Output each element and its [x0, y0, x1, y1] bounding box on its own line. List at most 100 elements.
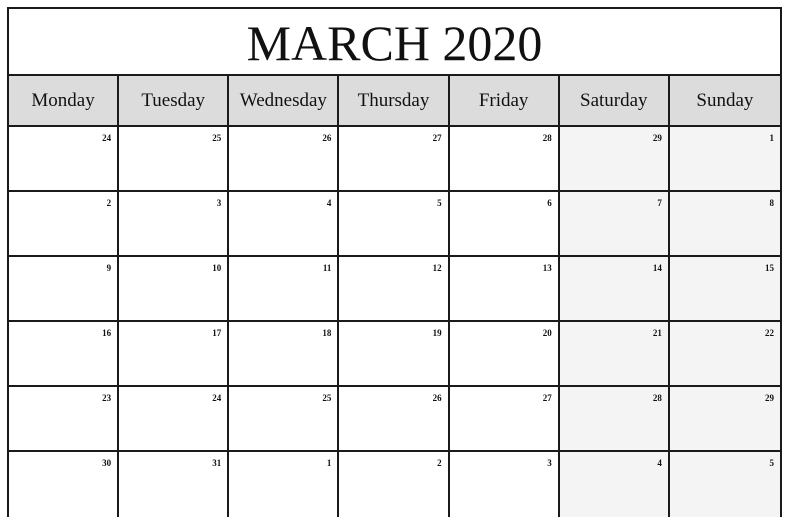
- day-number: 27: [432, 133, 442, 143]
- day-number: 19: [432, 328, 442, 338]
- calendar-title: MARCH 2020: [9, 9, 780, 76]
- day-number: 4: [657, 458, 662, 468]
- day-cell[interactable]: 1: [669, 127, 780, 192]
- day-number: 8: [769, 198, 775, 208]
- day-cell[interactable]: 29: [559, 127, 670, 192]
- weekday-header-row: Monday Tuesday Wednesday Thursday Friday Satu…: [9, 76, 780, 127]
- day-number: 17: [212, 328, 222, 338]
- day-number: 1: [769, 133, 775, 143]
- day-cell[interactable]: 11: [229, 257, 340, 322]
- day-cell[interactable]: 24: [119, 387, 230, 452]
- day-cell[interactable]: 30: [9, 452, 120, 517]
- day-cell[interactable]: 18: [229, 322, 340, 387]
- day-number: 2: [437, 458, 442, 468]
- day-cell[interactable]: 26: [229, 127, 340, 192]
- day-cell[interactable]: 28: [559, 387, 670, 452]
- day-number: 27: [542, 393, 552, 403]
- day-cell[interactable]: 21: [559, 322, 670, 387]
- day-cell[interactable]: 4: [559, 452, 670, 517]
- weekday-header-monday: Monday: [9, 76, 120, 127]
- week-row: 9 10 11 12 13 14 15: [9, 257, 780, 322]
- day-number: 25: [322, 393, 332, 403]
- day-cell[interactable]: 2: [9, 192, 120, 257]
- day-cell[interactable]: 22: [669, 322, 780, 387]
- weekday-header-saturday: Saturday: [559, 76, 670, 127]
- day-cell[interactable]: 19: [339, 322, 450, 387]
- week-row: 30 31 1 2 3 4 5: [9, 452, 780, 517]
- day-cell[interactable]: 27: [339, 127, 450, 192]
- day-cell[interactable]: 25: [119, 127, 230, 192]
- calendar: MARCH 2020 Monday Tuesday Wednesday Thursda…: [7, 7, 782, 517]
- day-cell[interactable]: 26: [339, 387, 450, 452]
- weekday-header-wednesday: Wednesday: [229, 76, 340, 127]
- day-cell[interactable]: 5: [339, 192, 450, 257]
- day-number: 28: [542, 133, 552, 143]
- day-number: 18: [322, 328, 332, 338]
- day-cell[interactable]: 17: [119, 322, 230, 387]
- day-number: 2: [106, 198, 112, 208]
- day-number: 24: [102, 133, 112, 143]
- day-number: 28: [652, 393, 662, 403]
- day-number: 15: [765, 263, 774, 273]
- week-row: 16 17 18 19 20 21 22: [9, 322, 780, 387]
- day-cell[interactable]: 31: [119, 452, 230, 517]
- day-cell[interactable]: 15: [669, 257, 780, 322]
- week-row: 23 24 25 26 27 28 29: [9, 387, 780, 452]
- day-number: 3: [216, 198, 222, 208]
- day-cell[interactable]: 1: [229, 452, 340, 517]
- day-cell[interactable]: 23: [9, 387, 120, 452]
- day-number: 6: [547, 198, 552, 208]
- day-cell[interactable]: 6: [449, 192, 560, 257]
- day-cell[interactable]: 29: [669, 387, 780, 452]
- day-number: 5: [437, 198, 442, 208]
- day-cell[interactable]: 13: [449, 257, 560, 322]
- day-number: 22: [765, 328, 774, 338]
- day-number: 12: [432, 263, 442, 273]
- day-number: 29: [765, 393, 774, 403]
- day-cell[interactable]: 3: [119, 192, 230, 257]
- day-cell[interactable]: 8: [669, 192, 780, 257]
- day-number: 26: [322, 133, 332, 143]
- day-cell[interactable]: 25: [229, 387, 340, 452]
- day-cell[interactable]: 3: [449, 452, 560, 517]
- day-cell[interactable]: 12: [339, 257, 450, 322]
- day-cell[interactable]: 14: [559, 257, 670, 322]
- day-cell[interactable]: 27: [449, 387, 560, 452]
- day-number: 29: [652, 133, 662, 143]
- calendar-body: 24 25 26 27 28 29 1 2 3 4 5 6 7 8 9 10 11 12 13 14 15 16 17 18 1…: [9, 127, 780, 517]
- day-number: 26: [432, 393, 442, 403]
- day-number: 30: [102, 458, 112, 468]
- day-number: 4: [326, 198, 332, 208]
- day-number: 10: [212, 263, 222, 273]
- day-number: 9: [106, 263, 112, 273]
- day-cell[interactable]: 28: [449, 127, 560, 192]
- day-cell[interactable]: 5: [669, 452, 780, 517]
- day-number: 24: [212, 393, 222, 403]
- day-cell[interactable]: 4: [229, 192, 340, 257]
- day-cell[interactable]: 9: [9, 257, 120, 322]
- day-number: 13: [542, 263, 552, 273]
- day-number: 14: [652, 263, 662, 273]
- weekday-header-thursday: Thursday: [339, 76, 450, 127]
- week-row: 2 3 4 5 6 7 8: [9, 192, 780, 257]
- week-row: 24 25 26 27 28 29 1: [9, 127, 780, 192]
- weekday-header-friday: Friday: [449, 76, 560, 127]
- day-number: 25: [212, 133, 222, 143]
- day-number: 23: [102, 393, 112, 403]
- day-cell[interactable]: 7: [559, 192, 670, 257]
- day-number: 5: [769, 458, 775, 468]
- day-cell[interactable]: 2: [339, 452, 450, 517]
- day-cell[interactable]: 10: [119, 257, 230, 322]
- day-number: 31: [212, 458, 222, 468]
- day-cell[interactable]: 20: [449, 322, 560, 387]
- day-number: 1: [326, 458, 332, 468]
- day-number: 11: [322, 263, 332, 273]
- weekday-header-sunday: Sunday: [669, 76, 780, 127]
- day-number: 20: [542, 328, 552, 338]
- day-number: 16: [102, 328, 112, 338]
- day-cell[interactable]: 24: [9, 127, 120, 192]
- day-number: 21: [652, 328, 662, 338]
- day-cell[interactable]: 16: [9, 322, 120, 387]
- weekday-header-tuesday: Tuesday: [119, 76, 230, 127]
- day-number: 7: [657, 198, 662, 208]
